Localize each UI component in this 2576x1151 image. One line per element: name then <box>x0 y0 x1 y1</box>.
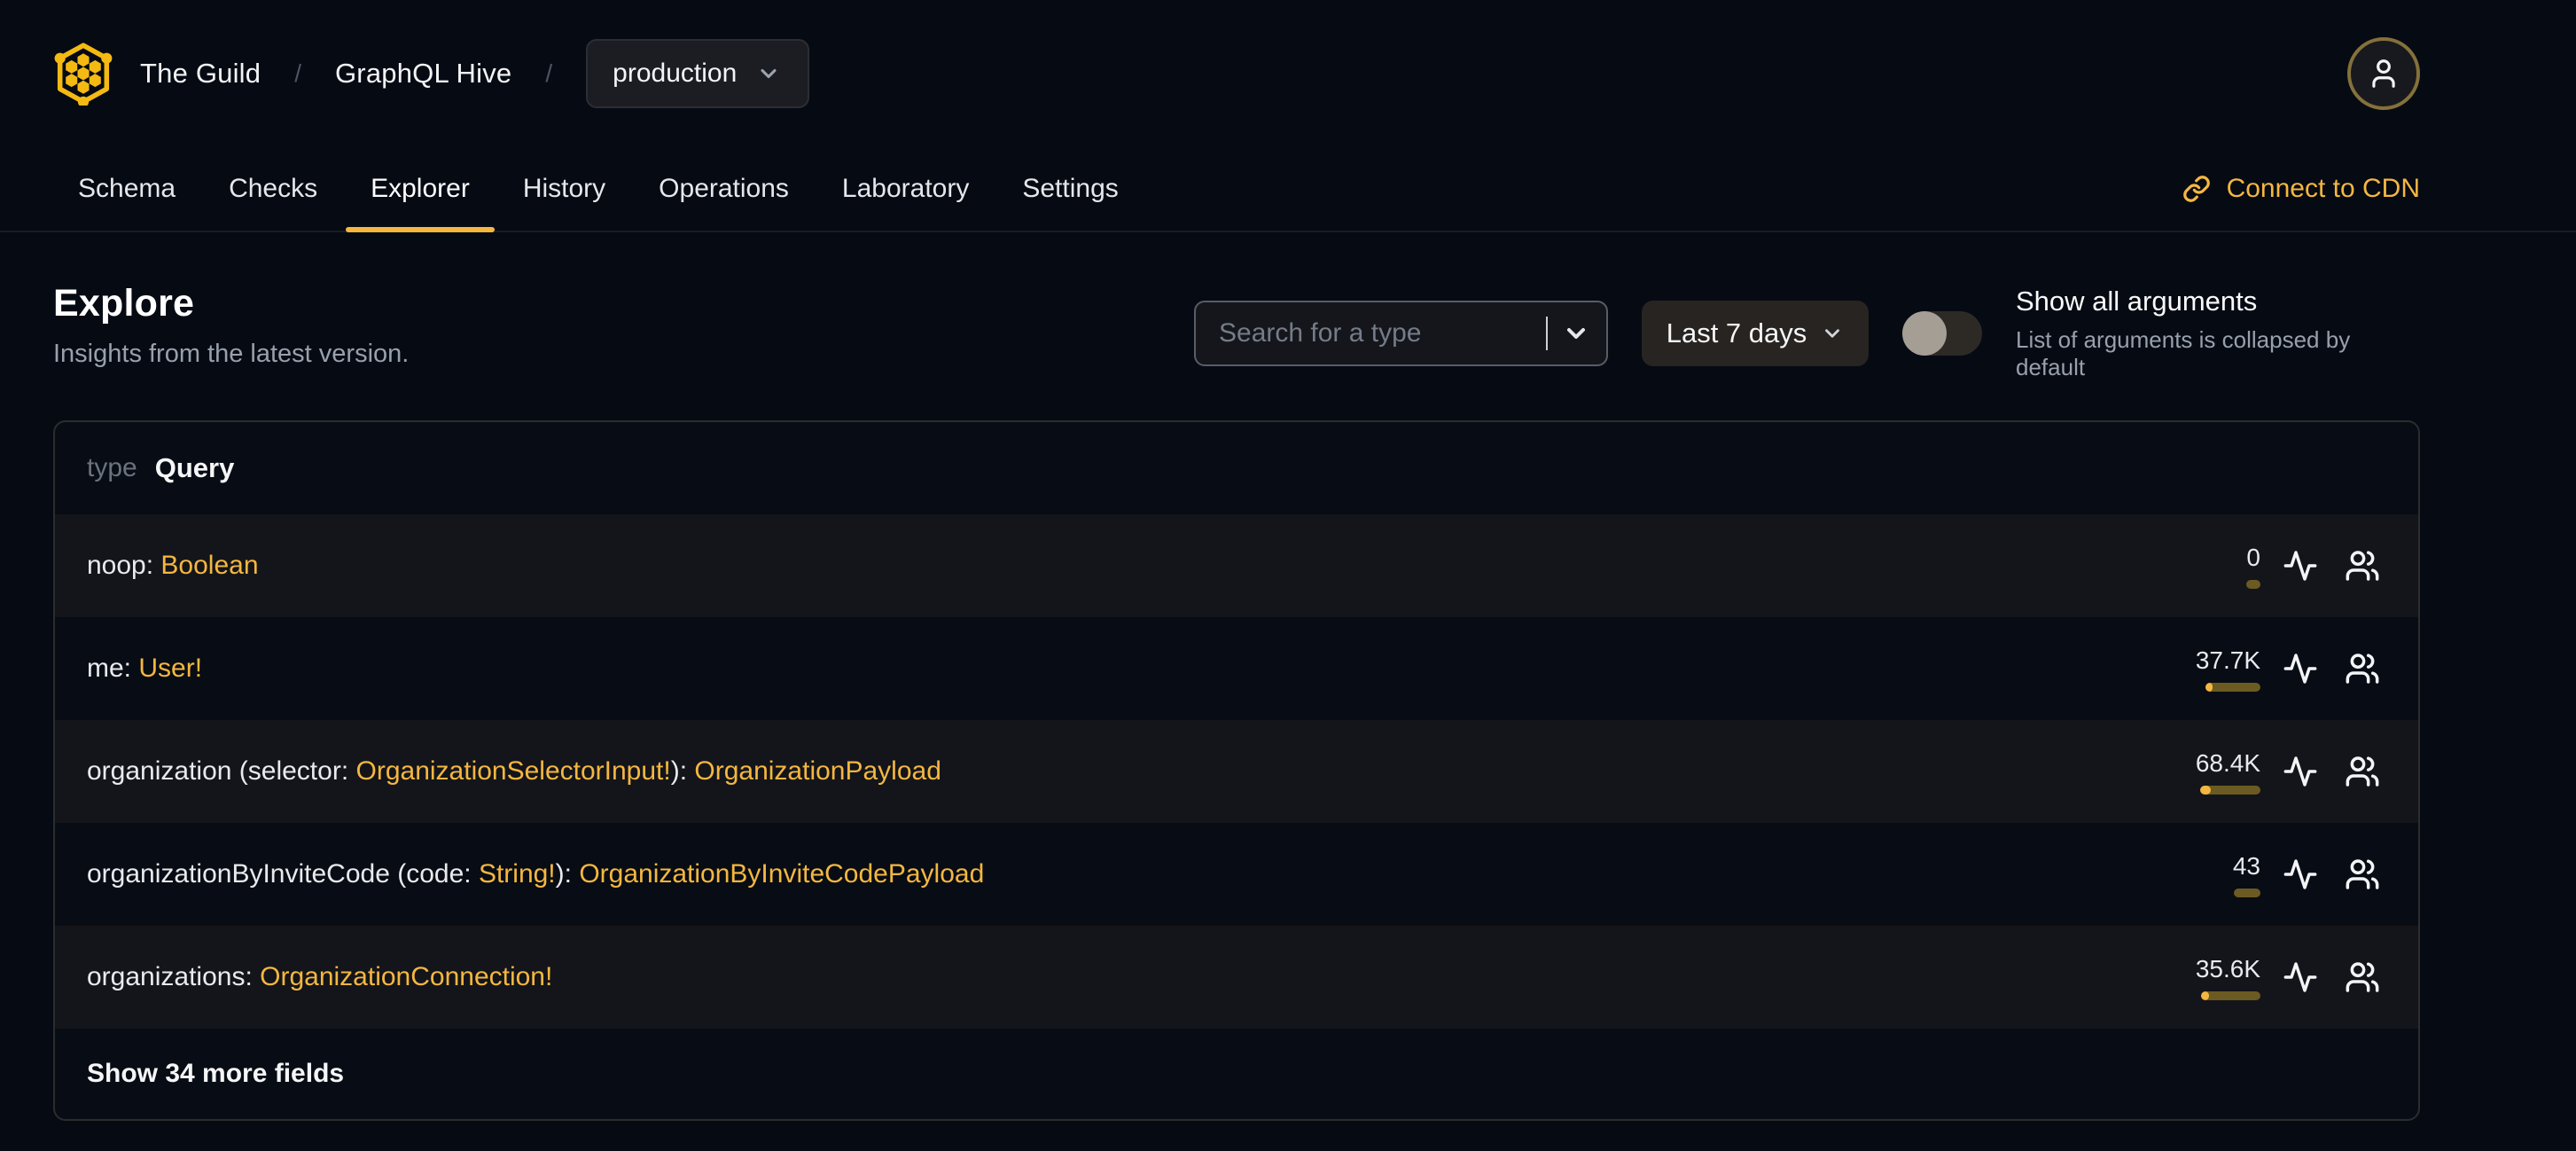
type-card-header: type Query <box>55 422 2418 514</box>
activity-icon <box>2283 756 2317 787</box>
field-users-button[interactable] <box>2342 752 2383 791</box>
field-usage-bar <box>2200 785 2260 795</box>
toggle-knob <box>1902 311 1947 356</box>
field-usage: 43 <box>2175 852 2260 897</box>
field-count: 0 <box>2246 543 2260 571</box>
activity-icon <box>2283 859 2317 889</box>
hive-logo-icon[interactable] <box>53 42 113 106</box>
activity-icon <box>2283 962 2317 992</box>
connect-to-cdn-label: Connect to CDN <box>2226 174 2420 203</box>
tab-history[interactable]: History <box>498 147 630 231</box>
field-signature: organizationByInviteCode (code: String!)… <box>87 859 985 889</box>
chevron-down-icon <box>1825 329 1840 338</box>
field-stats: 37.7K <box>2175 646 2383 692</box>
field-users-button[interactable] <box>2342 855 2383 894</box>
field-stats: 68.4K <box>2175 749 2383 795</box>
tab-laboratory[interactable]: Laboratory <box>817 147 994 231</box>
users-icon <box>2346 962 2379 992</box>
field-signature: organization (selector: OrganizationSele… <box>87 756 941 786</box>
users-icon <box>2346 859 2379 889</box>
field-users-button[interactable] <box>2342 649 2383 688</box>
field-usage-bar <box>2205 682 2260 692</box>
field-list: noop: Boolean 0 me: User! 37.7K organiza… <box>55 514 2418 1029</box>
field-stats: 43 <box>2175 852 2383 897</box>
connect-to-cdn-link[interactable]: Connect to CDN <box>2182 147 2420 231</box>
target-selector-value: production <box>613 59 738 88</box>
link-icon <box>2182 176 2210 202</box>
page-subtitle: Insights from the latest version. <box>53 340 410 368</box>
field-stats: 0 <box>2175 544 2383 589</box>
user-menu-button[interactable] <box>2347 37 2420 110</box>
type-kind-label: type <box>87 453 137 482</box>
show-all-arguments-toggle[interactable] <box>1902 311 1982 356</box>
show-more-fields-button[interactable]: Show 34 more fields <box>55 1029 2418 1119</box>
type-card-query: type Query noop: Boolean 0 me: User! 37.… <box>53 420 2420 1121</box>
breadcrumb-separator: / <box>294 59 301 87</box>
field-signature: noop: Boolean <box>87 551 259 580</box>
type-name: Query <box>154 452 235 483</box>
tab-operations[interactable]: Operations <box>634 147 814 231</box>
type-search-combobox[interactable] <box>1194 301 1608 366</box>
field-usage: 0 <box>2175 544 2260 589</box>
field-users-button[interactable] <box>2342 546 2383 585</box>
field-count: 68.4K <box>2195 748 2260 777</box>
field-activity-button[interactable] <box>2280 546 2321 585</box>
activity-icon <box>2283 551 2317 581</box>
field-count: 35.6K <box>2195 954 2260 983</box>
type-search-input[interactable] <box>1219 318 1539 348</box>
field-activity-button[interactable] <box>2280 649 2321 688</box>
field-row[interactable]: noop: Boolean 0 <box>55 514 2418 617</box>
field-usage-fill <box>2201 990 2209 1000</box>
field-stats: 35.6K <box>2175 955 2383 1000</box>
field-usage-bar <box>2201 990 2260 1000</box>
toggle-label: Show all arguments <box>2016 286 2258 317</box>
period-value: Last 7 days <box>1666 317 1807 348</box>
field-usage: 68.4K <box>2175 749 2260 795</box>
field-usage-bar <box>2234 888 2260 897</box>
toggle-description: List of arguments is collapsed by defaul… <box>2016 326 2351 380</box>
users-icon <box>2346 654 2379 684</box>
field-usage-fill <box>2205 682 2213 692</box>
main-content: Explore Insights from the latest version… <box>0 282 2576 1151</box>
field-usage-fill <box>2200 785 2211 795</box>
user-icon <box>2372 59 2395 88</box>
tab-navigation: Schema Checks Explorer History Operation… <box>0 147 2576 232</box>
tab-settings[interactable]: Settings <box>997 147 1143 231</box>
page-heading: Explore Insights from the latest version… <box>53 282 409 369</box>
breadcrumb-org[interactable]: The Guild <box>140 58 261 90</box>
field-count: 43 <box>2232 851 2260 880</box>
field-row[interactable]: organizationByInviteCode (code: String!)… <box>55 823 2418 926</box>
breadcrumb: The Guild / GraphQL Hive / production <box>140 39 810 108</box>
page-title: Explore <box>53 282 195 325</box>
field-usage-bar <box>2246 579 2260 589</box>
chevron-down-icon[interactable] <box>1562 319 1590 348</box>
field-row[interactable]: organizations: OrganizationConnection! 3… <box>55 926 2418 1029</box>
period-dropdown-button[interactable]: Last 7 days <box>1642 301 1869 366</box>
field-usage: 37.7K <box>2175 646 2260 692</box>
tab-schema[interactable]: Schema <box>53 147 200 231</box>
field-signature: me: User! <box>87 654 203 683</box>
field-row[interactable]: me: User! 37.7K <box>55 617 2418 720</box>
field-row[interactable]: organization (selector: OrganizationSele… <box>55 720 2418 823</box>
chevron-down-icon <box>761 68 777 79</box>
field-activity-button[interactable] <box>2280 752 2321 791</box>
explorer-controls: Last 7 days Show all arguments List of a… <box>1194 286 2420 381</box>
breadcrumb-project[interactable]: GraphQL Hive <box>335 58 511 90</box>
field-count: 37.7K <box>2195 646 2260 674</box>
users-icon <box>2346 551 2379 581</box>
target-selector-dropdown[interactable]: production <box>586 39 810 108</box>
tab-checks[interactable]: Checks <box>204 147 342 231</box>
combobox-divider <box>1546 317 1548 350</box>
field-signature: organizations: OrganizationConnection! <box>87 962 553 991</box>
users-icon <box>2346 756 2379 787</box>
breadcrumb-separator: / <box>545 59 553 87</box>
activity-icon <box>2283 654 2317 684</box>
tab-explorer[interactable]: Explorer <box>346 147 495 232</box>
field-usage: 35.6K <box>2175 955 2260 1000</box>
field-users-button[interactable] <box>2342 958 2383 997</box>
top-header: The Guild / GraphQL Hive / production <box>0 0 2576 147</box>
toggle-labels: Show all arguments List of arguments is … <box>2016 286 2420 381</box>
field-activity-button[interactable] <box>2280 958 2321 997</box>
field-activity-button[interactable] <box>2280 855 2321 894</box>
